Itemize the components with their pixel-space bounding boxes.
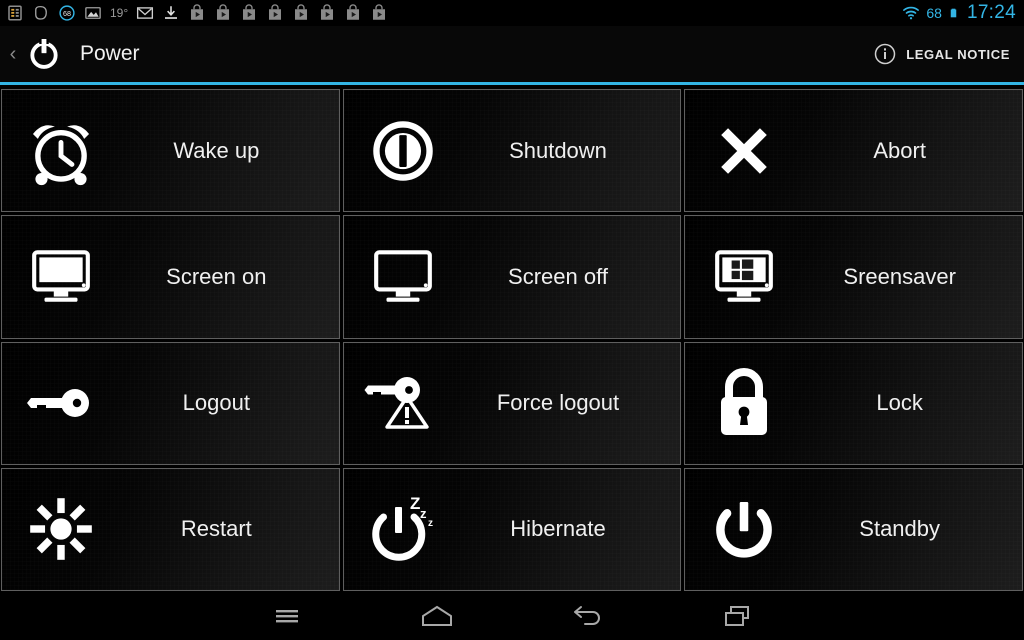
- tile-label: Restart: [180, 516, 252, 542]
- nav-menu-button[interactable]: [212, 592, 362, 640]
- status-bar-system: 68 17:24: [902, 2, 1016, 24]
- battery-icon: [950, 8, 957, 18]
- tile-label: Sreensaver: [843, 263, 956, 289]
- tile-label: Screen on: [166, 263, 267, 289]
- tile-lock[interactable]: Lock: [684, 341, 1023, 465]
- system-navigation-bar: [0, 592, 1024, 640]
- play-store-bag-icon: [295, 4, 308, 20]
- calendar-icon: [8, 5, 22, 21]
- rounded-shape-icon: [35, 5, 47, 20]
- back-chevron-icon[interactable]: ‹: [4, 44, 22, 64]
- svg-text:68: 68: [63, 9, 71, 18]
- power-action-grid: Wake up Shutdown Abort Screen on Screen …: [0, 88, 1024, 592]
- tile-abort[interactable]: Abort: [684, 89, 1023, 213]
- tile-screen-off[interactable]: Screen off: [342, 215, 682, 339]
- device-screen: 68 19° 68 17:24 ‹ Power LEGAL NOTICE Wak…: [0, 0, 1024, 640]
- power-icon: [30, 39, 58, 69]
- menu-hamburger-icon: [276, 610, 298, 623]
- play-store-bag-icon: [217, 4, 230, 20]
- download-icon: [165, 6, 178, 19]
- tile-screen-on[interactable]: Screen on: [1, 215, 340, 339]
- tile-label: Shutdown: [509, 137, 607, 163]
- back-arrow-icon: [574, 606, 600, 625]
- tile-hibernate[interactable]: Z z z Hibernate: [342, 467, 682, 591]
- nav-recents-button[interactable]: [662, 592, 812, 640]
- tile-label: Force logout: [496, 390, 620, 416]
- legal-notice-label: LEGAL NOTICE: [906, 46, 1010, 62]
- status-bar-notifications: 68 19°: [6, 4, 902, 22]
- tile-label: Screen off: [508, 263, 608, 289]
- tile-logout[interactable]: Logout: [1, 341, 340, 465]
- tile-restart[interactable]: Restart: [1, 467, 340, 591]
- action-bar: ‹ Power LEGAL NOTICE: [0, 26, 1024, 82]
- gmail-icon: [137, 7, 154, 19]
- play-store-bag-icon: [373, 4, 386, 20]
- wifi-icon: [903, 6, 920, 20]
- legal-notice-button[interactable]: LEGAL NOTICE: [873, 42, 1010, 66]
- tile-force-logout[interactable]: Force logout: [342, 341, 682, 465]
- battery-percent-badge-icon: 68: [59, 5, 75, 21]
- tile-wake-up[interactable]: Wake up: [1, 89, 340, 213]
- page-title: Power: [80, 42, 140, 65]
- home-icon: [422, 605, 452, 626]
- alarm-clock-icon: [2, 112, 120, 190]
- svg-text:Z: Z: [410, 494, 420, 513]
- tile-label: Standby: [859, 516, 941, 542]
- tile-label: Logout: [182, 390, 250, 416]
- monitor-on-icon: [2, 246, 120, 308]
- padlock-closed-icon: [685, 368, 803, 438]
- power-symbol-icon: [685, 493, 803, 565]
- status-bar-temperature: 19°: [110, 6, 129, 20]
- tile-label: Abort: [873, 137, 926, 163]
- play-store-bag-icon: [269, 4, 282, 20]
- svg-text:z: z: [428, 518, 433, 529]
- monitor-off-icon: [344, 246, 462, 308]
- monitor-windows-logo-icon: [685, 246, 803, 308]
- tile-label: Wake up: [173, 137, 260, 163]
- battery-percent-label: 68: [926, 5, 942, 21]
- status-bar-clock: 17:24: [966, 2, 1016, 23]
- gallery-image-icon: [85, 7, 101, 19]
- tile-label: Hibernate: [510, 516, 606, 542]
- play-store-bag-icon: [347, 4, 360, 20]
- nav-back-button[interactable]: [512, 592, 662, 640]
- power-zzz-icon: Z z z: [344, 491, 462, 567]
- action-bar-divider: [0, 82, 1024, 85]
- action-bar-home-up[interactable]: ‹ Power: [4, 34, 873, 74]
- play-store-bag-icon: [321, 4, 334, 20]
- nav-home-button[interactable]: [362, 592, 512, 640]
- key-warning-icon: [344, 371, 462, 435]
- close-x-icon: [685, 120, 803, 182]
- tile-screensaver[interactable]: Sreensaver: [684, 215, 1023, 339]
- sunburst-restart-icon: [2, 495, 120, 563]
- status-bar: 68 19° 68 17:24: [0, 0, 1024, 26]
- key-icon: [2, 380, 120, 426]
- play-store-bag-icon: [243, 4, 256, 20]
- svg-text:z: z: [420, 506, 427, 521]
- recent-apps-icon: [725, 606, 749, 626]
- info-circle-icon: [875, 43, 896, 65]
- tile-shutdown[interactable]: Shutdown: [342, 89, 682, 213]
- tile-label: Lock: [876, 390, 923, 416]
- play-store-bag-icon: [191, 4, 204, 20]
- tile-standby[interactable]: Standby: [684, 467, 1023, 591]
- power-filled-circle-icon: [344, 117, 462, 185]
